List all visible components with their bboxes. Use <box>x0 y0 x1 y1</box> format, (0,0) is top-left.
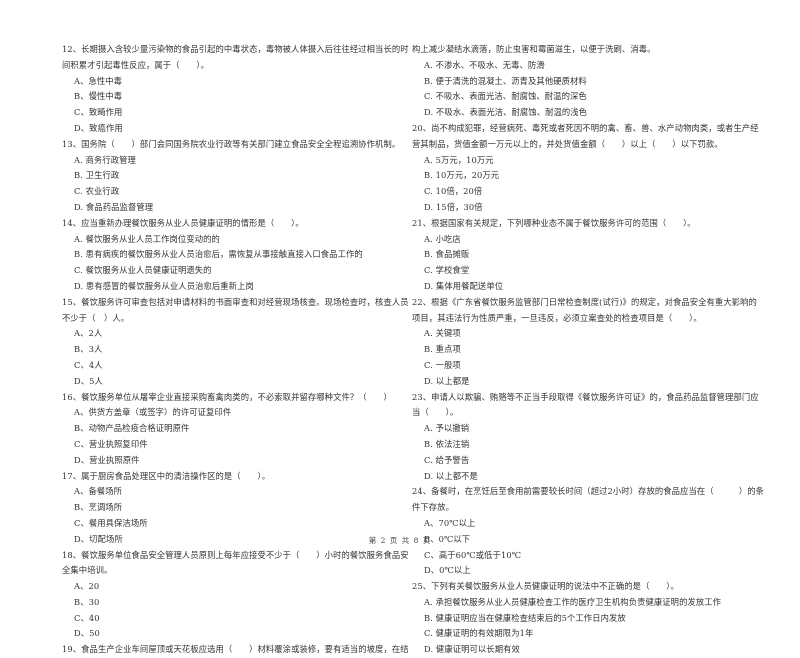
question-text: 13、国务院（ ）部门会同国务院农业行政等有关部门建立食品安全全程追溯协作机制。 <box>62 138 401 149</box>
question-text: 23、申请人以欺骗、贿赂等不正当手段取得《餐饮服务许可证》的，食品药品监督管理部… <box>412 391 759 402</box>
answer-option: A. 餐饮服务从业人员工作岗位变动的的 <box>74 233 220 244</box>
answer-option: A、备餐场所 <box>74 486 123 497</box>
answer-option: C. 学校食堂 <box>424 265 470 276</box>
answer-option: B、3人 <box>74 344 103 355</box>
question-text: 全集中培训。 <box>62 565 113 576</box>
answer-option: D. 食品药品监督管理 <box>74 201 154 212</box>
answer-option: A. 5万元，10万元 <box>424 154 494 165</box>
answer-option: B、30 <box>74 596 100 607</box>
question-text: 22、根据《广东省餐饮服务监管部门日常检查制度(试行)》的规定，对食品安全有重大… <box>412 296 757 307</box>
answer-option: B. 10万元，20万元 <box>424 170 500 181</box>
answer-option: D. 不吸水、表面光洁、耐腐蚀、耐温的浅色 <box>424 107 588 118</box>
answer-option: B、慢性中毒 <box>74 91 123 102</box>
answer-option: A. 关键项 <box>424 328 461 339</box>
answer-option: A、2人 <box>74 328 103 339</box>
answer-option: B. 食品摊贩 <box>424 249 470 260</box>
answer-option: D、50 <box>74 628 100 639</box>
question-text: 21、根据国家有关规定，下列哪种业态不属于餐饮服务许可的范围（ ）。 <box>412 217 696 228</box>
answer-option: C、40 <box>74 612 100 623</box>
answer-option: C. 10倍，20倍 <box>424 186 483 197</box>
answer-option: B. 卫生行政 <box>74 170 120 181</box>
answer-option: B. 便于清洗的混凝土、沥青及其他硬质材料 <box>424 75 587 86</box>
question-text: 15、餐饮服务许可审查包括对申请材料的书面审查和对经营现场核查。现场检查时，核查… <box>62 296 409 307</box>
answer-option: A. 不渗水、不吸水、无毒、防滑 <box>424 59 545 70</box>
question-text: 间积累才引起毒性反应，属于（ ）。 <box>62 59 209 70</box>
answer-option: D、营业执照原件 <box>74 454 140 465</box>
question-text: 14、应当重新办理餐饮服务从业人员健康证明的情形是（ ）。 <box>62 217 304 228</box>
answer-option: B. 健康证明应当在健康检查结束后的5个工作日内发放 <box>424 612 626 623</box>
answer-option: C、餐用具保洁场所 <box>74 517 148 528</box>
question-text: 17、属于厨房食品处理区中的清洁操作区的是（ ）。 <box>62 470 271 481</box>
answer-option: A. 商务行政管理 <box>74 154 136 165</box>
right-column: 构上减少凝结水滴落，防止虫害和霉菌滋生，以便于洗刷、消毒。 A. 不渗水、不吸水、… <box>412 42 765 658</box>
answer-option: D. 15倍，30倍 <box>424 201 483 212</box>
answer-option: C. 不吸水、表面光洁、耐腐蚀、耐温的深色 <box>424 91 587 102</box>
answer-option: A、20 <box>74 581 100 592</box>
answer-option: D、致癌作用 <box>74 122 123 133</box>
question-text: 20、尚不构成犯罪，经营病死、毒死或者死因不明的禽、畜、兽、水产动物肉类，或者生… <box>412 122 759 133</box>
question-text: 件下存放。 <box>412 502 454 513</box>
answer-option: B. 依法注销 <box>424 438 470 449</box>
question-text: 构上减少凝结水滴落，防止虫害和霉菌滋生，以便于洗刷、消毒。 <box>412 44 656 54</box>
answer-option: A、70℃以上 <box>424 517 476 528</box>
answer-option: C、营业执照复印件 <box>74 438 148 449</box>
answer-option: A、供货方盖章（或签字）的许可证复印件 <box>74 407 232 418</box>
answer-option: B、动物产品检疫合格证明原件 <box>74 423 190 434</box>
answer-option: B、烹调场所 <box>74 502 123 513</box>
answer-option: B. 重点项 <box>424 344 461 355</box>
answer-option: D、5人 <box>74 375 103 386</box>
answer-option: C. 健康证明的有效期限为1年 <box>424 628 534 639</box>
answer-option: D. 以上都不是 <box>424 470 478 481</box>
answer-option: C、4人 <box>74 359 103 370</box>
answer-option: C、致畸作用 <box>74 107 123 118</box>
answer-option: C. 给予警告 <box>424 454 470 465</box>
answer-option: D. 患有感冒的餐饮服务从业人员治愈后重新上岗 <box>74 280 254 291</box>
left-column: 12、长期摄入含较少量污染物的食品引起的中毒状态，毒物被人体摄入后往往经过相当长… <box>62 42 409 658</box>
question-text: 12、长期摄入含较少量污染物的食品引起的中毒状态，毒物被人体摄入后往往经过相当长… <box>62 44 409 54</box>
answer-option: C. 餐饮服务从业人员健康证明遗失的 <box>74 265 212 276</box>
question-text: 营其制品，货值金额一万元以上的，并处货值金额（ ）以上（ ）以下罚款。 <box>412 138 723 149</box>
question-text: 19、食品生产企业车间屋顶或天花板应选用（ ）材料覆涂或装修，要有适当的坡度，在… <box>62 644 409 655</box>
answer-option: A. 小吃店 <box>424 233 461 244</box>
answer-option: D、0℃以上 <box>424 565 471 576</box>
answer-option: D. 以上都是 <box>424 375 470 386</box>
answer-option: B. 患有病疾的餐饮服务从业人员治愈后，需恢复从事接触直接入口食品工作的 <box>74 249 363 260</box>
answer-option: C. 一般项 <box>424 359 461 370</box>
answer-option: C、高于60℃或低于10℃ <box>424 549 522 560</box>
answer-option: C. 农业行政 <box>74 186 120 197</box>
answer-option: A、急性中毒 <box>74 75 123 86</box>
question-text: 25、下列有关餐饮服务从业人员健康证明的说法中不正确的是（ ）。 <box>412 581 679 592</box>
answer-option: D. 健康证明可以长期有效 <box>424 644 520 655</box>
answer-option: D. 集体用餐配送单位 <box>424 280 504 291</box>
answer-option: A. 予以撤销 <box>424 423 470 434</box>
page-footer: 第 2 页 共 8 页 <box>368 536 432 545</box>
question-text: 18、餐饮服务单位食品安全管理人员原则上每年应接受不少于（ ）小时的餐饮服务食品… <box>62 549 409 560</box>
question-text: 24、备餐时，在烹饪后至食用前需要较长时间（超过2小时）存放的食品应当在（ ）的… <box>412 486 765 497</box>
question-text: 16、餐饮服务单位从屠宰企业直接采购畜禽肉类的，不必索取并留存哪种文件？（ ） <box>62 391 392 402</box>
question-text: 不少于（ ）人。 <box>62 312 130 323</box>
question-text: 项目，其违法行为性质严重，一旦违反，必须立案查处的检查项目是（ ）。 <box>412 312 702 323</box>
answer-option: A. 承担餐饮服务从业人员健康检查工作的医疗卫生机构负责健康证明的发放工作 <box>424 596 722 607</box>
question-text: 当（ ）。 <box>412 407 459 418</box>
